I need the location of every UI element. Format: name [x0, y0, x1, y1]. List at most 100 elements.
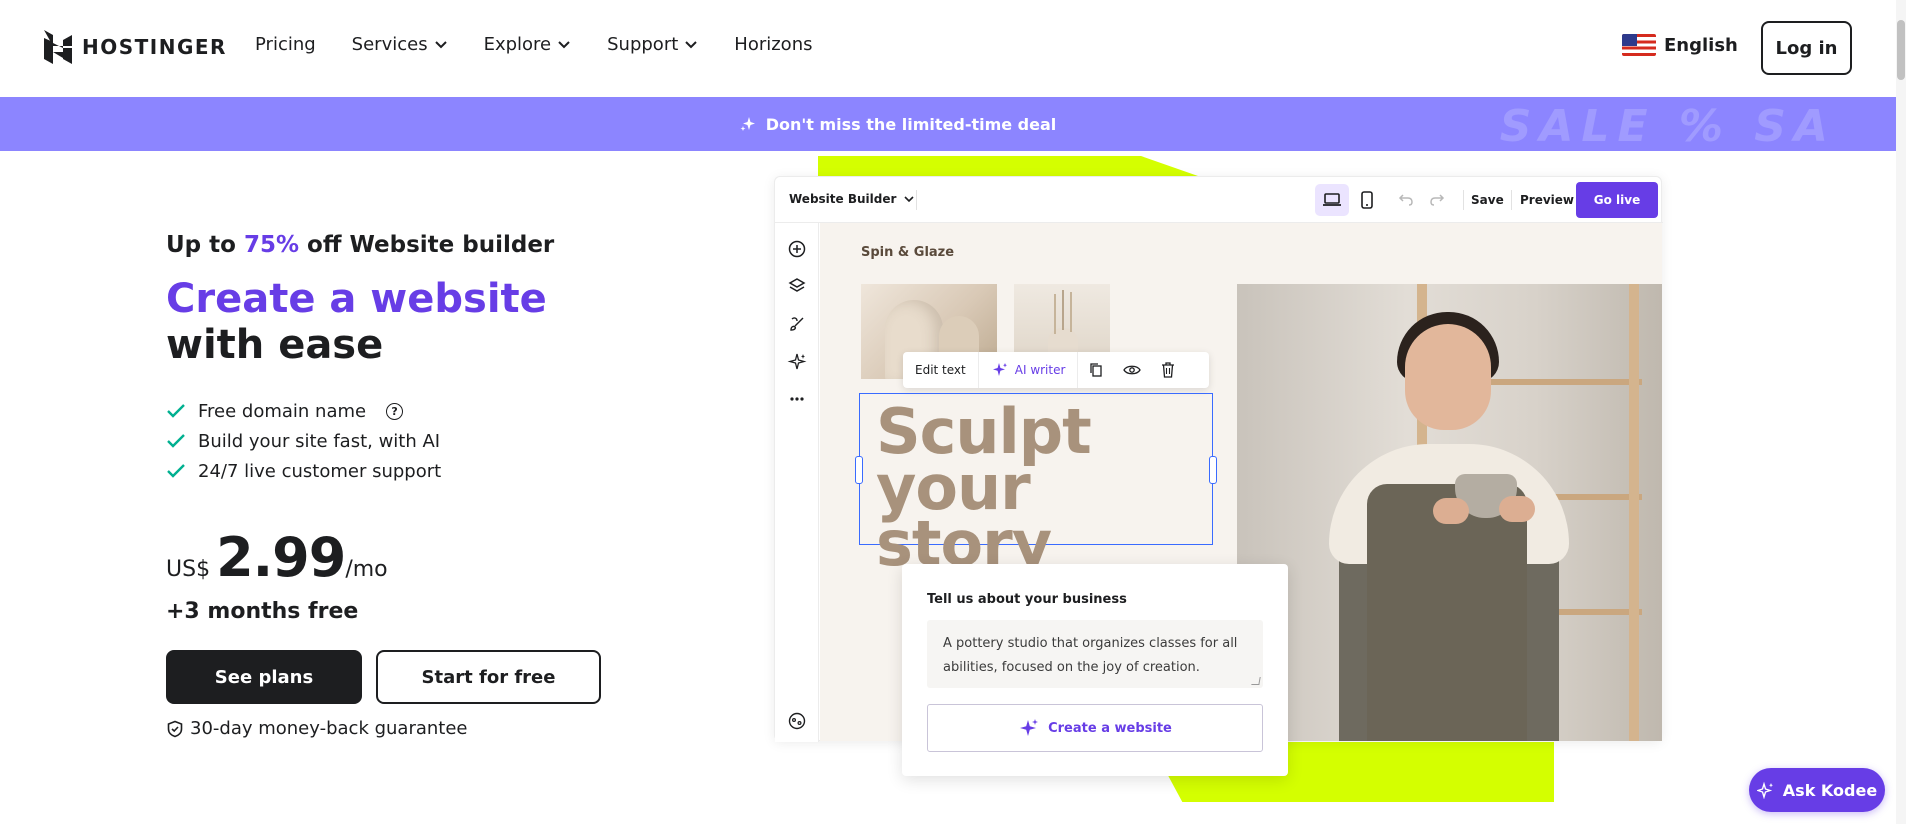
- go-live-button[interactable]: Go live: [1576, 182, 1658, 218]
- hero-title-accent: Create a website: [166, 276, 547, 322]
- cta-row: See plans Start for free: [166, 650, 646, 704]
- hostinger-logo-icon: [44, 30, 72, 64]
- language-selector[interactable]: English: [1622, 34, 1738, 56]
- more-button[interactable]: [787, 389, 807, 409]
- nav-support[interactable]: Support: [607, 34, 698, 55]
- promo-banner[interactable]: Don't miss the limited-time deal SALE % …: [0, 97, 1896, 151]
- sparkle-icon: [1756, 781, 1773, 799]
- hero-title-rest: with ease: [166, 322, 384, 368]
- feature-label: 24/7 live customer support: [198, 460, 442, 482]
- hero-content: Up to 75% off Website builder Create a w…: [166, 232, 646, 739]
- text-edit-toolbar: Edit text AI writer: [903, 352, 1209, 388]
- builder-title: Website Builder: [789, 192, 897, 206]
- site-brand[interactable]: Spin & Glaze: [861, 245, 954, 260]
- mobile-view-button[interactable]: [1350, 184, 1384, 216]
- nav-horizons-label: Horizons: [734, 34, 813, 55]
- language-label: English: [1664, 34, 1738, 56]
- help-button[interactable]: [787, 711, 807, 731]
- undo-icon[interactable]: [1398, 191, 1414, 207]
- shield-check-icon: [167, 720, 183, 737]
- ai-writer-label: AI writer: [1014, 363, 1066, 377]
- ask-kodee-button[interactable]: Ask Kodee: [1749, 768, 1885, 812]
- textarea-resize-handle[interactable]: [1251, 677, 1261, 685]
- hero-title: Create a website with ease: [166, 276, 646, 368]
- phone-icon: [1361, 191, 1373, 209]
- help-icon[interactable]: ?: [386, 402, 404, 420]
- nav-explore-label: Explore: [483, 34, 552, 55]
- builder-sidebar: [775, 223, 819, 742]
- layers-icon: [788, 278, 806, 292]
- duplicate-button[interactable]: [1078, 362, 1114, 378]
- redo-icon[interactable]: [1429, 191, 1445, 207]
- guarantee: 30-day money-back guarantee: [166, 718, 646, 739]
- toolbar-divider: [916, 190, 917, 210]
- headline-line-2: your story: [876, 451, 1052, 580]
- business-description-text: A pottery studio that organizes classes …: [943, 636, 1238, 675]
- brush-icon: [790, 317, 804, 331]
- layers-button[interactable]: [787, 276, 807, 296]
- bonus-text: +3 months free: [166, 599, 359, 624]
- price-amount: 2.99: [216, 526, 346, 589]
- see-plans-button[interactable]: See plans: [166, 650, 362, 704]
- potter-photo[interactable]: [1237, 284, 1662, 741]
- edit-text-label: Edit text: [915, 363, 966, 377]
- resize-handle-left[interactable]: [855, 456, 863, 484]
- trash-icon: [1162, 362, 1175, 378]
- person-head: [1405, 324, 1491, 430]
- preview-link[interactable]: Preview: [1520, 193, 1574, 207]
- price-period: /mo: [345, 557, 388, 582]
- feature-item: 24/7 live customer support: [166, 456, 646, 486]
- sparkle-icon: [787, 353, 807, 370]
- start-for-free-button[interactable]: Start for free: [376, 650, 601, 704]
- scrollbar-thumb[interactable]: [1897, 20, 1905, 80]
- eye-icon: [1123, 365, 1142, 375]
- plus-circle-icon: [788, 240, 806, 258]
- ai-card-label: Tell us about your business: [927, 592, 1127, 607]
- promo-text: Don't miss the limited-time deal: [765, 114, 1057, 134]
- lime-decoration-top: [818, 156, 1198, 176]
- feature-item: Free domain name ?: [166, 396, 646, 426]
- site-headline: Sculpt your story: [876, 401, 1212, 580]
- ai-business-card: Tell us about your business A pottery st…: [902, 564, 1288, 776]
- builder-title-menu[interactable]: Website Builder: [789, 192, 914, 206]
- selected-text-block[interactable]: Sculpt your story: [855, 393, 1217, 575]
- nav-explore[interactable]: Explore: [484, 34, 572, 55]
- business-description-input[interactable]: A pottery studio that organizes classes …: [927, 620, 1263, 688]
- copy-icon: [1090, 363, 1103, 377]
- sparkle-icon: [740, 117, 755, 131]
- guarantee-text: 30-day money-back guarantee: [190, 718, 468, 739]
- ai-writer-button[interactable]: AI writer: [977, 352, 1079, 388]
- discount-prefix: Up to: [166, 232, 244, 258]
- toolbar-divider: [1463, 190, 1464, 210]
- nav-services[interactable]: Services: [352, 34, 448, 55]
- sparkle-icon: [1020, 719, 1039, 736]
- save-link[interactable]: Save: [1471, 193, 1504, 207]
- edit-text-button[interactable]: Edit text: [903, 352, 978, 388]
- price-currency: US$: [166, 557, 211, 582]
- create-website-button[interactable]: Create a website: [927, 704, 1263, 752]
- login-button[interactable]: Log in: [1761, 21, 1852, 75]
- main-nav: Pricing Services Explore Support Horizon…: [255, 34, 848, 55]
- nav-pricing[interactable]: Pricing: [255, 34, 316, 55]
- add-element-button[interactable]: [787, 239, 807, 259]
- feature-label: Free domain name: [198, 400, 367, 422]
- hostinger-logo[interactable]: HOSTINGER: [44, 30, 227, 64]
- feature-list: Free domain name ? Build your site fast,…: [166, 396, 646, 486]
- shelf-post: [1629, 284, 1639, 741]
- styles-button[interactable]: [787, 314, 807, 334]
- chevron-down-icon: [558, 40, 570, 48]
- nav-services-label: Services: [351, 34, 428, 55]
- ai-tools-button[interactable]: [787, 352, 807, 372]
- promo-decoration: SALE % SA: [1499, 101, 1836, 151]
- builder-toolbar: Website Builder Save Preview Go live: [775, 177, 1663, 223]
- chevron-down-icon: [904, 196, 914, 203]
- more-dots-icon: [790, 397, 804, 401]
- delete-button[interactable]: [1150, 362, 1186, 378]
- visibility-button[interactable]: [1114, 363, 1150, 377]
- toolbar-divider: [1511, 190, 1512, 210]
- nav-pricing-label: Pricing: [255, 34, 316, 55]
- nav-horizons[interactable]: Horizons: [734, 34, 812, 55]
- support-icon: [788, 712, 806, 730]
- page-scrollbar[interactable]: [1896, 0, 1906, 824]
- desktop-view-button[interactable]: [1315, 184, 1349, 216]
